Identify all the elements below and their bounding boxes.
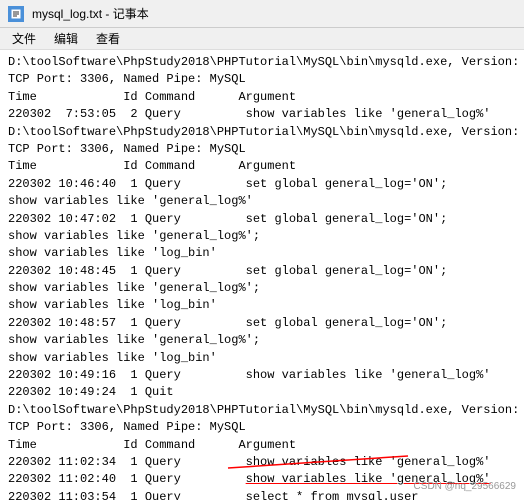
log-line: 220302 10:49:16 1 Query show variables l… — [8, 367, 516, 384]
log-line: TCP Port: 3306, Named Pipe: MySQL — [8, 419, 516, 436]
log-line: show variables like 'log_bin' — [8, 245, 516, 262]
log-line: Time Id Command Argument — [8, 158, 516, 175]
log-line: 220302 10:47:02 1 Query set global gener… — [8, 211, 516, 228]
menu-view[interactable]: 查看 — [88, 28, 128, 49]
log-line: 220302 10:46:40 1 Query set global gener… — [8, 176, 516, 193]
window-title: mysql_log.txt - 记事本 — [32, 5, 149, 22]
log-line: show variables like 'log_bin' — [8, 297, 516, 314]
log-line: TCP Port: 3306, Named Pipe: MySQL — [8, 141, 516, 158]
log-line: D:\toolSoftware\PhpStudy2018\PHPTutorial… — [8, 124, 516, 141]
title-bar: mysql_log.txt - 记事本 — [0, 0, 524, 28]
log-line: 220302 10:49:24 1 Quit — [8, 384, 516, 401]
log-line: 220302 11:02:34 1 Query show variables l… — [8, 454, 516, 471]
log-line: TCP Port: 3306, Named Pipe: MySQL — [8, 71, 516, 88]
log-line: 220302 10:48:57 1 Query set global gener… — [8, 315, 516, 332]
log-line: D:\toolSoftware\PhpStudy2018\PHPTutorial… — [8, 402, 516, 419]
menu-file[interactable]: 文件 — [4, 28, 44, 49]
watermark: CSDN @nq_29566629 — [414, 481, 516, 492]
log-line: show variables like 'general_log%'; — [8, 332, 516, 349]
log-line: Time Id Command Argument — [8, 437, 516, 454]
log-line: Time Id Command Argument — [8, 89, 516, 106]
log-line: show variables like 'general_log%'; — [8, 280, 516, 297]
menu-bar: 文件 编辑 查看 — [0, 28, 524, 50]
log-line: show variables like 'general_log%' — [8, 193, 516, 210]
log-line: 220302 10:48:45 1 Query set global gener… — [8, 263, 516, 280]
log-line: show variables like 'general_log%'; — [8, 228, 516, 245]
log-line: show variables like 'log_bin' — [8, 350, 516, 367]
content-area: D:\toolSoftware\PhpStudy2018\PHPTutorial… — [0, 50, 524, 500]
menu-edit[interactable]: 编辑 — [46, 28, 86, 49]
notepad-icon — [8, 6, 24, 22]
log-line: D:\toolSoftware\PhpStudy2018\PHPTutorial… — [8, 54, 516, 71]
log-line: 220302 7:53:05 2 Query show variables li… — [8, 106, 516, 123]
